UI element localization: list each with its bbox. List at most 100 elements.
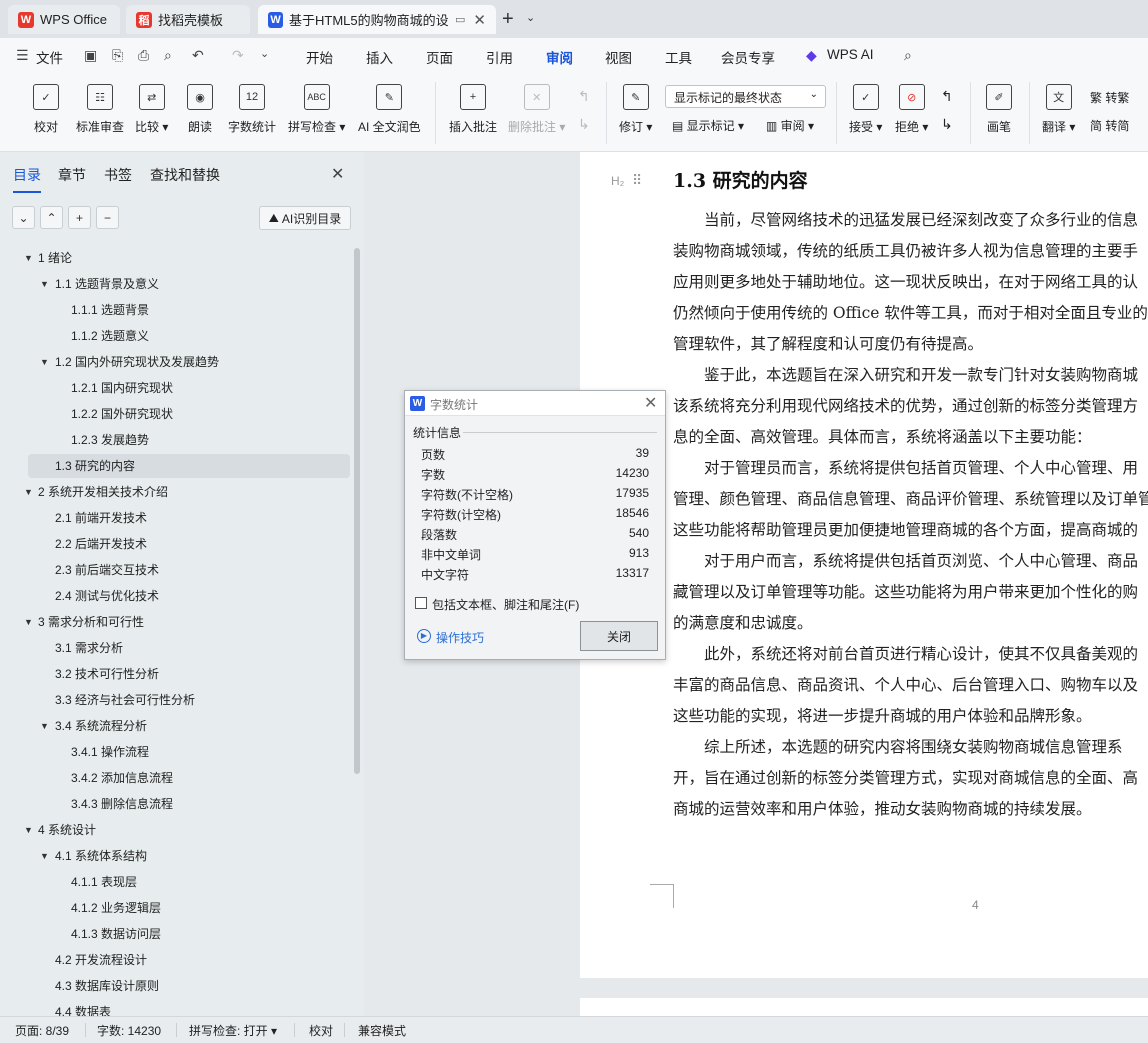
expand-caret-icon[interactable]: ▼ (40, 851, 49, 861)
expand-caret-icon[interactable]: ▼ (24, 825, 33, 835)
accept-button[interactable]: ✓ 接受 ▾ (849, 80, 882, 135)
previous-comment-icon[interactable]: ↰ (578, 88, 590, 105)
drag-handle-icon[interactable]: ⠿ (632, 172, 642, 189)
toc-item[interactable]: 4.3 数据库设计原则 (55, 974, 159, 998)
toc-item[interactable]: 4.1 系统体系结构 (55, 844, 147, 868)
redo-icon[interactable]: ↷ (232, 47, 244, 64)
toc-item[interactable]: 1 绪论 (38, 246, 72, 270)
toc-item[interactable]: 1.2.1 国内研究现状 (71, 376, 173, 400)
toc-item[interactable]: 4 系统设计 (38, 818, 96, 842)
markup-display-dropdown[interactable]: 显示标记的最终状态 ⌄ (665, 85, 826, 108)
pen-button[interactable]: ✐ 画笔 (986, 80, 1012, 135)
track-changes-button[interactable]: ✎ 修订 ▾ (619, 80, 652, 135)
expand-caret-icon[interactable]: ▼ (24, 617, 33, 627)
dialog-close-icon[interactable]: ✕ (644, 393, 657, 413)
menu-page[interactable]: 页面 (426, 47, 453, 67)
to-traditional-button[interactable]: 繁 转繁 (1090, 89, 1129, 106)
toc-item[interactable]: 1.1 选题背景及意义 (55, 272, 159, 296)
reject-button[interactable]: ⊘ 拒绝 ▾ (895, 80, 928, 135)
quick-access-more-icon[interactable]: ⌄ (260, 47, 269, 60)
toc-item[interactable]: 1.2 国内外研究现状及发展趋势 (55, 350, 219, 374)
remove-heading-button[interactable]: − (96, 206, 119, 229)
hamburger-icon[interactable]: ☰ (16, 47, 29, 64)
standard-review-button[interactable]: ☷ 标准审查 (76, 80, 124, 135)
toc-item[interactable]: 4.1.2 业务逻辑层 (71, 896, 161, 920)
review-pane-button[interactable]: ▥ 审阅 ▾ (766, 117, 814, 134)
proofread-button[interactable]: ✓ 校对 (33, 80, 59, 135)
next-page[interactable] (580, 998, 1148, 1016)
nav-tab-sections[interactable]: 章节 (58, 165, 86, 185)
menu-references[interactable]: 引用 (486, 47, 513, 67)
collapse-all-button[interactable]: ⌄ (12, 206, 35, 229)
next-comment-icon[interactable]: ↳ (578, 116, 590, 133)
next-change-icon[interactable]: ↳ (941, 116, 953, 133)
menu-wps-ai[interactable]: WPS AI (827, 47, 874, 62)
menu-member[interactable]: 会员专享 (721, 47, 775, 67)
toc-item[interactable]: 1.1.2 选题意义 (71, 324, 149, 348)
word-count-status[interactable]: 字数: 14230 (97, 1022, 161, 1039)
toc-item[interactable]: 3.4.1 操作流程 (71, 740, 149, 764)
print-preview-icon[interactable]: ⌕ (164, 47, 172, 64)
expand-caret-icon[interactable]: ▼ (24, 253, 33, 263)
toc-item[interactable]: 1.2.2 国外研究现状 (71, 402, 173, 426)
insert-comment-button[interactable]: + 插入批注 (449, 80, 497, 135)
search-icon[interactable]: ⌕ (904, 47, 912, 64)
undo-icon[interactable]: ↶ (192, 47, 204, 64)
close-tab-icon[interactable]: ✕ (473, 11, 486, 29)
toc-item[interactable]: 2.3 前后端交互技术 (55, 558, 159, 582)
word-count-button[interactable]: 12 字数统计 (228, 80, 276, 135)
expand-caret-icon[interactable]: ▼ (40, 279, 49, 289)
expand-caret-icon[interactable]: ▼ (40, 721, 49, 731)
tab-document[interactable]: W 基于HTML5的购物商城的设计 ▭ ✕ (258, 5, 496, 34)
nav-tab-find-replace[interactable]: 查找和替换 (150, 165, 220, 185)
tab-wps-office[interactable]: W WPS Office (8, 5, 120, 34)
tab-template[interactable]: 稻 找稻壳模板 (126, 5, 250, 34)
delete-comment-button[interactable]: ✕ 删除批注 ▾ (508, 80, 565, 135)
to-simplified-button[interactable]: 简 转简 (1090, 117, 1129, 134)
menu-file[interactable]: 文件 (36, 47, 63, 67)
include-textbox-label[interactable]: 包括文本框、脚注和尾注(F) (432, 596, 579, 613)
menu-tools[interactable]: 工具 (665, 47, 692, 67)
toc-item[interactable]: 2.4 测试与优化技术 (55, 584, 159, 608)
toc-item[interactable]: 4.1.1 表现层 (71, 870, 137, 894)
ai-toc-button[interactable]: ⛰ AI识别目录 (259, 206, 351, 230)
expand-caret-icon[interactable]: ▼ (40, 357, 49, 367)
toc-item[interactable]: 3.4.2 添加信息流程 (71, 766, 173, 790)
show-markup-button[interactable]: ▤ 显示标记 ▾ (672, 117, 744, 134)
toc-item[interactable]: 2.1 前端开发技术 (55, 506, 147, 530)
nav-tab-bookmarks[interactable]: 书签 (104, 165, 132, 185)
menu-view[interactable]: 视图 (605, 47, 632, 67)
read-aloud-button[interactable]: ◉ 朗读 (187, 80, 213, 135)
toc-item[interactable]: 3.1 需求分析 (55, 636, 123, 660)
expand-caret-icon[interactable]: ▼ (24, 487, 33, 497)
proofread-status[interactable]: 校对 (309, 1022, 333, 1039)
print-icon[interactable]: ⎙ (138, 47, 149, 64)
toc-item[interactable]: 2 系统开发相关技术介绍 (38, 480, 168, 504)
new-tab-icon[interactable]: + (502, 8, 514, 31)
chevron-down-icon[interactable]: ⌄ (526, 11, 535, 24)
toc-item[interactable]: 3.3 经济与社会可行性分析 (55, 688, 195, 712)
toc-item[interactable]: 1.3 研究的内容 (55, 454, 135, 478)
nav-scrollbar[interactable] (354, 248, 360, 774)
toc-item[interactable]: 2.2 后端开发技术 (55, 532, 147, 556)
translate-button[interactable]: 文 翻译 ▾ (1042, 80, 1075, 135)
toc-item[interactable]: 3.4.3 删除信息流程 (71, 792, 173, 816)
previous-change-icon[interactable]: ↰ (941, 88, 953, 105)
export-icon[interactable]: ⎘ (112, 47, 123, 64)
toc-item[interactable]: 4.2 开发流程设计 (55, 948, 147, 972)
toc-item[interactable]: 1.1.1 选题背景 (71, 298, 149, 322)
toc-item[interactable]: 3.2 技术可行性分析 (55, 662, 159, 686)
save-icon[interactable]: ▣ (84, 47, 97, 64)
ai-polish-button[interactable]: ✎ AI 全文润色 (358, 80, 421, 135)
toc-item[interactable]: 1.2.3 发展趋势 (71, 428, 149, 452)
include-textbox-checkbox[interactable] (415, 597, 427, 609)
screen-icon[interactable]: ▭ (455, 13, 465, 26)
menu-home[interactable]: 开始 (306, 47, 333, 67)
tips-link[interactable]: 操作技巧 (436, 629, 484, 646)
toc-item[interactable]: 4.1.3 数据访问层 (71, 922, 161, 946)
menu-insert[interactable]: 插入 (366, 47, 393, 67)
menu-review[interactable]: 审阅 (546, 47, 573, 76)
toc-item[interactable]: 3.4 系统流程分析 (55, 714, 147, 738)
toc-item[interactable]: 3 需求分析和可行性 (38, 610, 144, 634)
spell-check-status[interactable]: 拼写检查: 打开 ▾ (189, 1022, 277, 1039)
